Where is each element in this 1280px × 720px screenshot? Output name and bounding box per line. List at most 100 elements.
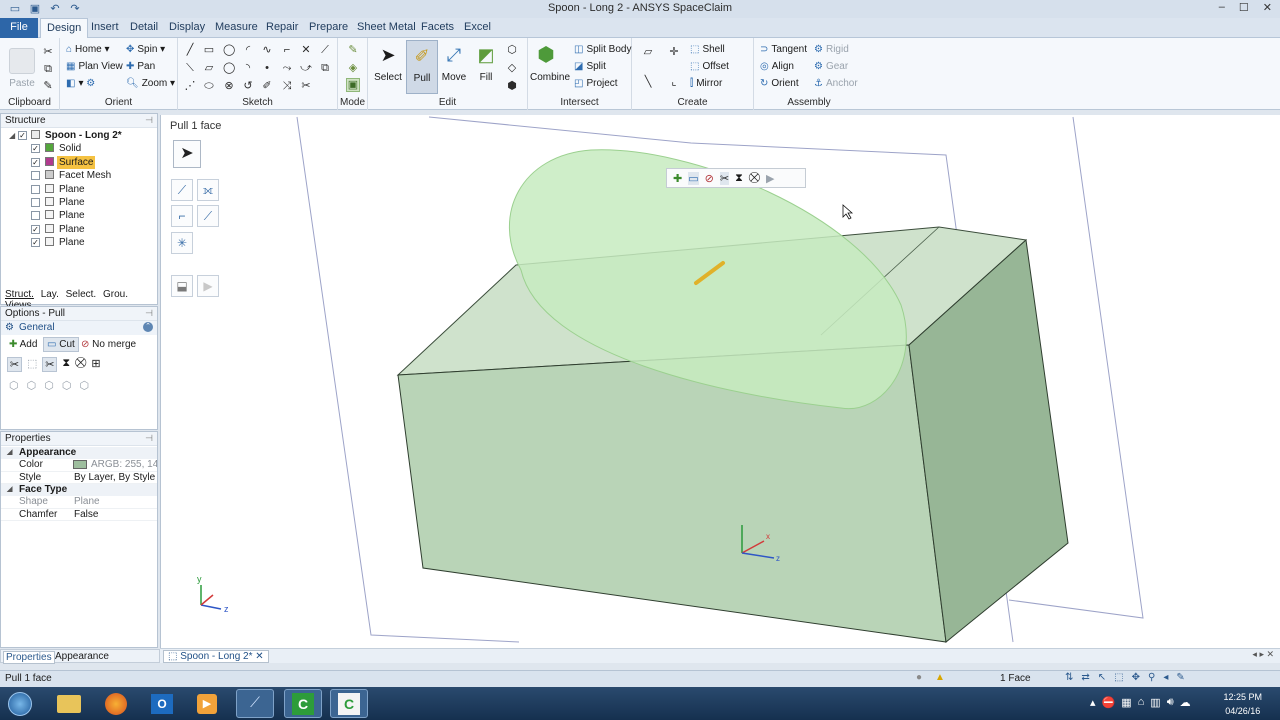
close-button[interactable]: ✕	[1263, 1, 1272, 14]
tree-item[interactable]: ✓ Plane	[1, 236, 157, 249]
tree-item-checkbox[interactable]	[31, 184, 40, 194]
project-curve-icon[interactable]: ⤳	[281, 62, 293, 74]
collapse-arrow-icon[interactable]: ◢	[7, 448, 12, 456]
offset-button[interactable]: ⬚ Offset	[690, 61, 729, 72]
trim-icon[interactable]: ✕	[300, 44, 312, 56]
tree-item[interactable]: Plane	[1, 183, 157, 196]
close-tab-icon[interactable]: ✕	[255, 651, 263, 662]
tray-expand-icon[interactable]: ▴	[1090, 696, 1096, 709]
file-menu[interactable]: File	[0, 18, 38, 38]
combine-button[interactable]: ⬢ Combine	[530, 42, 570, 83]
align-button[interactable]: ◎ Align	[760, 61, 794, 72]
tree-item-checkbox[interactable]: ✓	[31, 224, 40, 234]
pivot-icon[interactable]: ✂	[42, 357, 58, 372]
tree-item-checkbox[interactable]	[31, 171, 40, 181]
taskbar-firefox[interactable]	[97, 689, 135, 718]
anchor-button[interactable]: ⚓︎ Anchor	[814, 78, 858, 89]
tree-item[interactable]: ✓ Surface	[1, 155, 157, 169]
spin-button[interactable]: ✥ Spin ▾	[126, 44, 165, 55]
move-sketch-icon[interactable]: ⧉	[319, 62, 331, 74]
mirror-button[interactable]: ⫿ Mirror	[690, 78, 722, 89]
spline-icon[interactable]: ∿	[261, 44, 273, 56]
tree-item[interactable]: ✓ Plane	[1, 223, 157, 236]
tweak-icon[interactable]: ◇	[506, 62, 518, 74]
construction-line-icon[interactable]: ⋰	[184, 80, 196, 92]
box-select-icon[interactable]: ⬚	[1114, 672, 1123, 683]
orient-button[interactable]: ↻ Orient	[760, 78, 799, 89]
rectangle-icon[interactable]: ▭	[203, 44, 215, 56]
tab-prepare[interactable]: Prepare	[309, 21, 348, 33]
tree-item[interactable]: Plane	[1, 209, 157, 222]
dimension-icon[interactable]: ⊞	[91, 357, 100, 372]
selection-mode-icon[interactable]: ⇄	[1081, 672, 1089, 683]
warning-icon[interactable]: ▲	[935, 672, 945, 683]
pan-button[interactable]: ✚ Pan	[126, 61, 155, 72]
copy-icon[interactable]: ⧉	[42, 63, 54, 75]
start-button[interactable]	[2, 689, 38, 718]
tab-excel[interactable]: Excel	[464, 21, 491, 33]
model-canvas[interactable]: y z x z	[161, 115, 1280, 648]
measure-icon[interactable]: ⧗	[62, 357, 70, 372]
taskbar-outlook[interactable]: O	[143, 689, 181, 718]
tray-cloud-icon[interactable]: ☁	[1180, 696, 1191, 709]
tab-repair[interactable]: Repair	[266, 21, 298, 33]
pull-tool-button[interactable]: ✐ Pull	[406, 40, 438, 94]
tab-measure[interactable]: Measure	[215, 21, 258, 33]
tree-item[interactable]: ✓ Solid	[1, 142, 157, 155]
taskbar-spaceclaim-2[interactable]: C	[330, 689, 368, 718]
home-button[interactable]: ⌂ Home ▾	[66, 44, 110, 55]
tray-usb-icon[interactable]: ⌂	[1138, 696, 1145, 709]
split-button[interactable]: ◪ Split	[574, 61, 606, 72]
shell-button[interactable]: ⬚ Shell	[690, 44, 725, 55]
cut-icon[interactable]: ▭	[688, 171, 699, 185]
cut-icon[interactable]: ✂	[42, 46, 54, 58]
cursor-icon[interactable]: ↖	[1098, 672, 1106, 683]
pin-icon[interactable]: ⊣	[145, 433, 153, 444]
point-icon[interactable]: •	[261, 62, 273, 74]
tray-alert-icon[interactable]: ⛔	[1102, 696, 1116, 709]
select-tool-button[interactable]: ➤ Select	[372, 42, 404, 83]
tree-checkbox[interactable]: ✓	[18, 131, 27, 140]
cut-option[interactable]: ▭ Cut	[43, 337, 79, 352]
tray-volume-icon[interactable]: 🔊︎	[1167, 696, 1174, 709]
clock[interactable]: 12:25 PM 04/26/16	[1223, 690, 1262, 718]
taskbar-explorer[interactable]	[50, 689, 88, 718]
taskbar-ansys[interactable]: ⟋	[236, 689, 274, 718]
project-button[interactable]: ◰ Project	[574, 78, 618, 89]
collapse-icon[interactable]: ⌃	[143, 322, 153, 332]
tab-facets[interactable]: Facets	[421, 21, 454, 33]
format-painter-icon[interactable]: ✎	[42, 80, 54, 92]
tree-item-checkbox[interactable]: ✓	[31, 238, 40, 248]
property-row[interactable]: Style By Layer, By Style	[1, 472, 157, 485]
tab-sheet-metal[interactable]: Sheet Metal	[357, 21, 416, 33]
minimize-button[interactable]: –	[1219, 1, 1225, 14]
tree-item-checkbox[interactable]: ✓	[31, 144, 40, 154]
document-tab[interactable]: ⬚ Spoon - Long 2* ✕	[163, 650, 269, 663]
design-viewport[interactable]: Pull 1 face ➤ ⟋ ⟗ ⌐ ⟋ ✳ ⬓ ▶ y z x z ✚ ▭ …	[160, 115, 1280, 648]
prev-icon[interactable]: ◂	[1163, 672, 1168, 683]
arc-icon[interactable]: ◜	[242, 44, 254, 56]
bend-icon[interactable]: ⤻	[300, 62, 312, 74]
pencil-icon[interactable]: ✎	[1176, 672, 1184, 683]
paste-button[interactable]: Paste	[6, 48, 38, 89]
gear-button[interactable]: ⚙ Gear	[814, 61, 848, 72]
complete-icon[interactable]: ▶	[766, 172, 774, 185]
collapse-arrow-icon[interactable]: ◢	[7, 485, 12, 493]
tab-properties[interactable]: Properties	[3, 651, 55, 664]
tab-insert[interactable]: Insert	[91, 21, 119, 33]
tab-display[interactable]: Display	[169, 21, 205, 33]
three-point-rect-icon[interactable]: ▱	[203, 62, 215, 74]
zoom-icon[interactable]: ⚲	[1148, 672, 1155, 683]
tray-device-icon[interactable]: ▦	[1121, 696, 1131, 709]
3d-mode-icon[interactable]: ▣	[346, 78, 360, 92]
options-section[interactable]: ⚙ General ⌃	[1, 321, 157, 335]
pan-icon[interactable]: ✥	[1132, 672, 1140, 683]
collapse-arrow-icon[interactable]: ◢	[9, 129, 15, 142]
tree-item-checkbox[interactable]	[31, 211, 40, 221]
pivot-icon[interactable]: ✂	[719, 171, 730, 185]
polygon-icon[interactable]: ⬭	[203, 80, 215, 92]
property-row[interactable]: Color ARGB: 255, 143	[1, 459, 157, 472]
measure-icon[interactable]: ⧗	[735, 172, 743, 185]
tree-item-checkbox[interactable]	[31, 197, 40, 207]
no-merge-icon[interactable]: ⊘	[705, 172, 714, 185]
